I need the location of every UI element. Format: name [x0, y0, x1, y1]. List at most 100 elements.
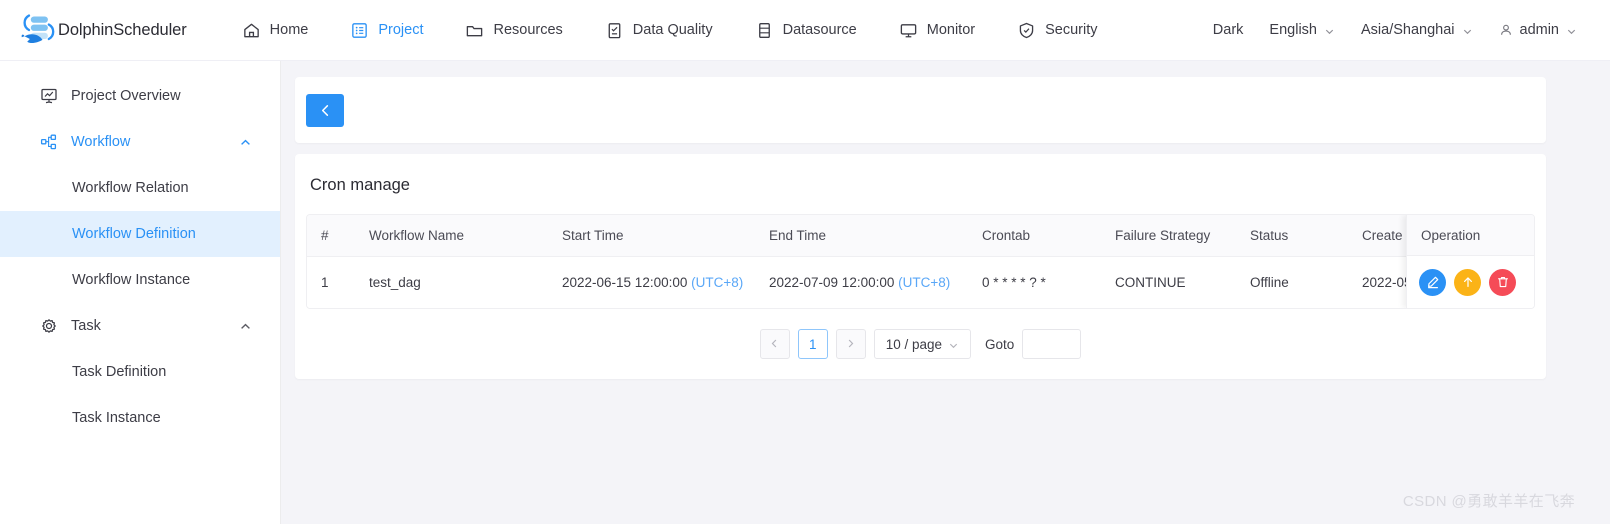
column-header-start-time: Start Time	[548, 215, 755, 256]
cell-failure-strategy: CONTINUE	[1101, 256, 1236, 308]
pagination-next-button[interactable]	[836, 329, 866, 359]
top-nav-items: Home Project	[221, 0, 1119, 60]
sidebar-item-task-definition-label: Task Definition	[72, 364, 166, 380]
sidebar: Project Overview Workflow Workflow Relat…	[0, 61, 281, 524]
table-header-row: # Workflow Name Start Time End Time Cron…	[307, 215, 1535, 256]
top-nav-right: Dark English Asia/Shanghai	[1200, 0, 1610, 60]
sidebar-item-workflow-relation-label: Workflow Relation	[72, 180, 189, 196]
sidebar-item-workflow-definition-label: Workflow Definition	[72, 226, 196, 242]
sidebar-item-task-label: Task	[71, 318, 101, 334]
monitor-icon	[899, 21, 918, 40]
online-button[interactable]	[1454, 269, 1481, 296]
cron-manage-card: Cron manage # Workflow Name Start Time E…	[295, 154, 1546, 379]
sidebar-item-task-instance-label: Task Instance	[72, 410, 161, 426]
pagination: 1 10 / page Goto	[295, 329, 1546, 359]
theme-toggle[interactable]: Dark	[1200, 0, 1257, 60]
cell-start-time: 2022-06-15 12:00:00 (UTC+8)	[548, 256, 755, 308]
chevron-down-icon	[1566, 25, 1577, 36]
column-header-operation-fixed: Operation	[1407, 215, 1534, 256]
cell-crontab: 0 * * * * ? *	[968, 256, 1101, 308]
column-header-failure-strategy: Failure Strategy	[1101, 215, 1236, 256]
start-time-timezone: (UTC+8)	[691, 275, 743, 290]
delete-button[interactable]	[1489, 269, 1516, 296]
chevron-down-icon	[1324, 25, 1335, 36]
language-selector-label: English	[1269, 22, 1317, 38]
nav-item-security[interactable]: Security	[996, 0, 1118, 60]
arrow-left-icon	[318, 103, 333, 118]
sidebar-item-workflow-label: Workflow	[71, 134, 130, 150]
chevron-up-icon[interactable]	[239, 320, 252, 333]
sidebar-item-task-definition[interactable]: Task Definition	[0, 349, 280, 395]
pagination-page-1[interactable]: 1	[798, 329, 828, 359]
toolbar-card	[295, 77, 1546, 143]
folder-icon	[465, 21, 484, 40]
cron-table: # Workflow Name Start Time End Time Cron…	[307, 215, 1535, 308]
cell-index: 1	[307, 256, 355, 308]
sidebar-item-workflow-instance[interactable]: Workflow Instance	[0, 257, 280, 303]
end-time-timezone: (UTC+8)	[898, 275, 950, 290]
top-navigation-bar: DolphinScheduler Home	[0, 0, 1610, 61]
workflow-icon	[40, 133, 58, 151]
column-header-status: Status	[1236, 215, 1348, 256]
column-header-end-time: End Time	[755, 215, 968, 256]
pencil-icon	[1426, 275, 1440, 289]
nav-item-resources-label: Resources	[493, 22, 562, 38]
sidebar-item-project-overview[interactable]: Project Overview	[0, 73, 280, 119]
nav-item-resources[interactable]: Resources	[444, 0, 583, 60]
sidebar-item-workflow[interactable]: Workflow	[0, 119, 280, 165]
goto-input[interactable]	[1022, 329, 1081, 359]
start-time-value: 2022-06-15 12:00:00	[562, 275, 687, 290]
nav-item-security-label: Security	[1045, 22, 1097, 38]
home-icon	[242, 21, 261, 40]
operation-buttons	[1407, 256, 1534, 308]
pagination-prev-button[interactable]	[760, 329, 790, 359]
sidebar-item-project-overview-label: Project Overview	[71, 88, 181, 104]
nav-item-project-label: Project	[378, 22, 423, 38]
cell-workflow-name: test_dag	[355, 256, 548, 308]
overview-icon	[40, 87, 58, 105]
nav-item-datasource-label: Datasource	[783, 22, 857, 38]
brand[interactable]: DolphinScheduler	[18, 12, 187, 48]
end-time-value: 2022-07-09 12:00:00	[769, 275, 894, 290]
nav-item-home[interactable]: Home	[221, 0, 330, 60]
nav-item-project[interactable]: Project	[329, 0, 444, 60]
cell-status: Offline	[1236, 256, 1348, 308]
nav-item-monitor[interactable]: Monitor	[878, 0, 996, 60]
sidebar-item-workflow-instance-label: Workflow Instance	[72, 272, 190, 288]
chevron-up-icon[interactable]	[239, 136, 252, 149]
project-list-icon	[350, 21, 369, 40]
sidebar-item-workflow-relation[interactable]: Workflow Relation	[0, 165, 280, 211]
timezone-selector-label: Asia/Shanghai	[1361, 22, 1455, 38]
clipboard-check-icon	[605, 21, 624, 40]
nav-item-data-quality-label: Data Quality	[633, 22, 713, 38]
language-selector[interactable]: English	[1256, 0, 1348, 60]
chevron-left-icon	[769, 337, 780, 352]
user-menu-label: admin	[1520, 22, 1560, 38]
page-size-label: 10 / page	[886, 337, 942, 352]
table-row: 1 test_dag 2022-06-15 12:00:00 (UTC+8) 2…	[307, 256, 1535, 308]
chevron-right-icon	[845, 337, 856, 352]
chevron-down-icon	[1462, 25, 1473, 36]
cell-end-time: 2022-07-09 12:00:00 (UTC+8)	[755, 256, 968, 308]
column-header-crontab: Crontab	[968, 215, 1101, 256]
page-title: Cron manage	[295, 154, 1546, 214]
sidebar-item-workflow-definition[interactable]: Workflow Definition	[0, 211, 280, 257]
timezone-selector[interactable]: Asia/Shanghai	[1348, 0, 1486, 60]
arrow-up-icon	[1461, 275, 1475, 289]
nav-item-home-label: Home	[270, 22, 309, 38]
nav-item-datasource[interactable]: Datasource	[734, 0, 878, 60]
page-size-select[interactable]: 10 / page	[874, 329, 971, 359]
edit-button[interactable]	[1419, 269, 1446, 296]
sidebar-item-task[interactable]: Task	[0, 303, 280, 349]
back-button[interactable]	[306, 94, 344, 127]
sidebar-item-task-instance[interactable]: Task Instance	[0, 395, 280, 441]
dolphinscheduler-app: DolphinScheduler Home	[0, 0, 1610, 524]
column-header-workflow-name: Workflow Name	[355, 215, 548, 256]
brand-name: DolphinScheduler	[58, 21, 187, 40]
chevron-down-icon	[948, 339, 959, 350]
user-menu[interactable]: admin	[1486, 0, 1591, 60]
nav-item-monitor-label: Monitor	[927, 22, 975, 38]
nav-item-data-quality[interactable]: Data Quality	[584, 0, 734, 60]
dolphin-logo-icon	[18, 12, 58, 48]
main-content: Cron manage # Workflow Name Start Time E…	[281, 61, 1610, 524]
